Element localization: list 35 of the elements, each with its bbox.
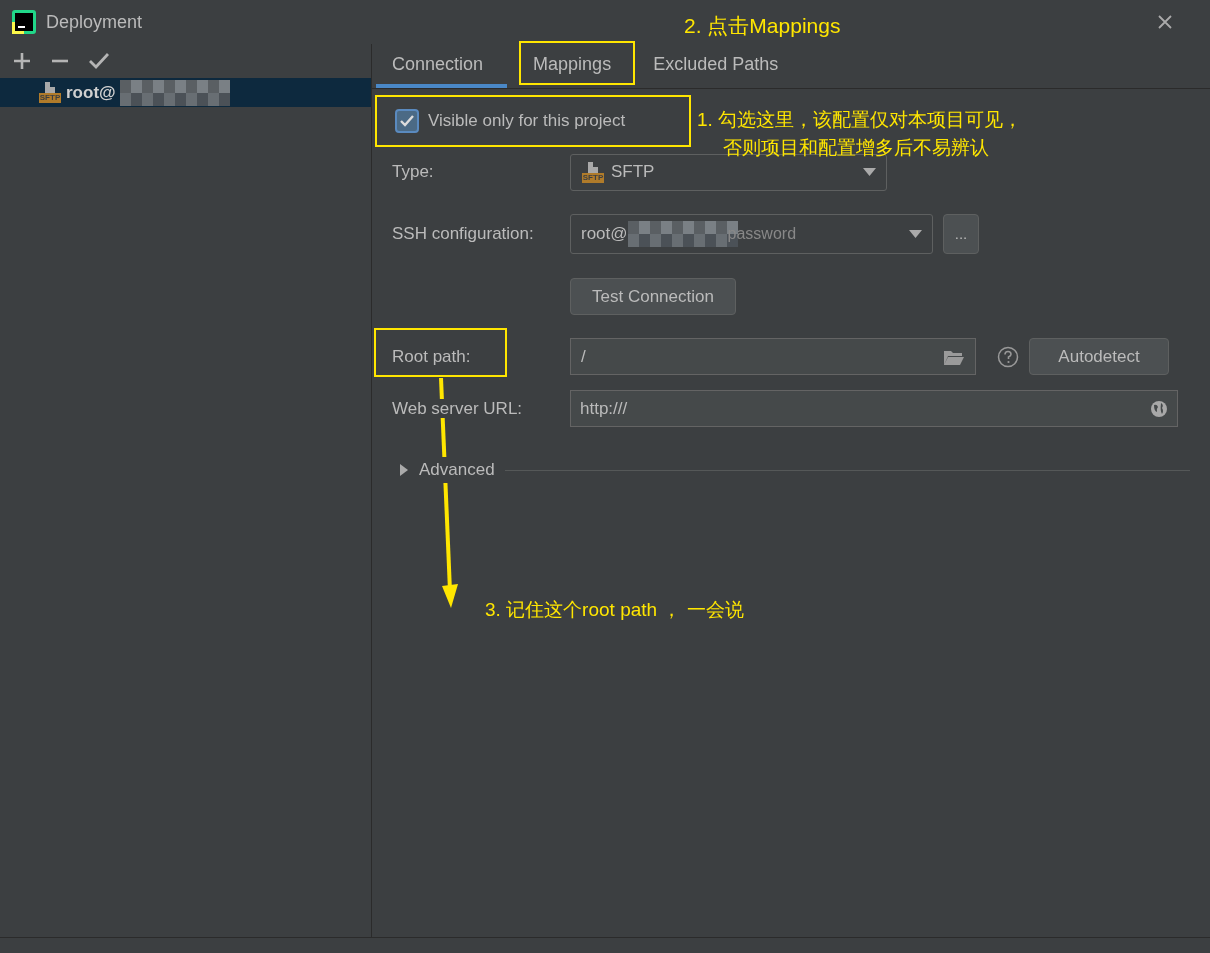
checkmark-icon — [400, 115, 414, 127]
field-label: Web server URL: — [392, 398, 523, 418]
dropdown-caret-icon — [863, 168, 876, 176]
checkbox[interactable] — [395, 109, 419, 133]
tab[interactable]: Connection — [376, 44, 508, 88]
field-label: Root path: — [392, 345, 472, 368]
test-connection-button[interactable]: Test Connection — [570, 278, 736, 315]
window-title: Deployment — [46, 10, 143, 34]
autodetect-button[interactable]: Autodetect — [1029, 338, 1169, 375]
server-icon — [44, 82, 56, 93]
dropdown-caret-icon — [909, 230, 922, 238]
section-title[interactable]: Advanced — [419, 457, 495, 483]
app-logo-icon — [12, 10, 36, 34]
field-label: SSH configuration: — [392, 223, 535, 246]
server-list-item[interactable]: SFTP root@ — [0, 78, 371, 107]
server-icon — [587, 161, 599, 173]
browse-button[interactable]: ... — [943, 214, 979, 254]
tab[interactable]: Excluded Paths — [637, 44, 795, 88]
protocol-badge: SFTP — [38, 93, 62, 103]
annotation-text: 1. 勾选这里，该配置仅对本项目可见， — [697, 108, 1023, 132]
help-icon[interactable] — [997, 345, 1019, 368]
expand-triangle-icon[interactable] — [399, 464, 409, 476]
add-icon[interactable] — [13, 52, 31, 70]
server-name: root@ — [66, 81, 116, 104]
checkbox-label: Visible only for this project — [428, 110, 626, 133]
web-server-url-field[interactable]: http:/// — [570, 390, 1178, 427]
annotation-text: 2. 点击Mappings — [684, 13, 841, 39]
protocol-badge: SFTP — [581, 172, 605, 183]
tab[interactable]: Mappings — [517, 44, 628, 88]
checkmark-icon[interactable] — [89, 52, 109, 70]
root-path-field[interactable]: / — [570, 338, 976, 375]
field-label: Type: — [392, 161, 435, 184]
annotation-text: 3. 记住这个root path ， 一会说 — [485, 598, 744, 622]
close-icon[interactable] — [1157, 14, 1173, 30]
globe-icon — [1150, 399, 1168, 418]
